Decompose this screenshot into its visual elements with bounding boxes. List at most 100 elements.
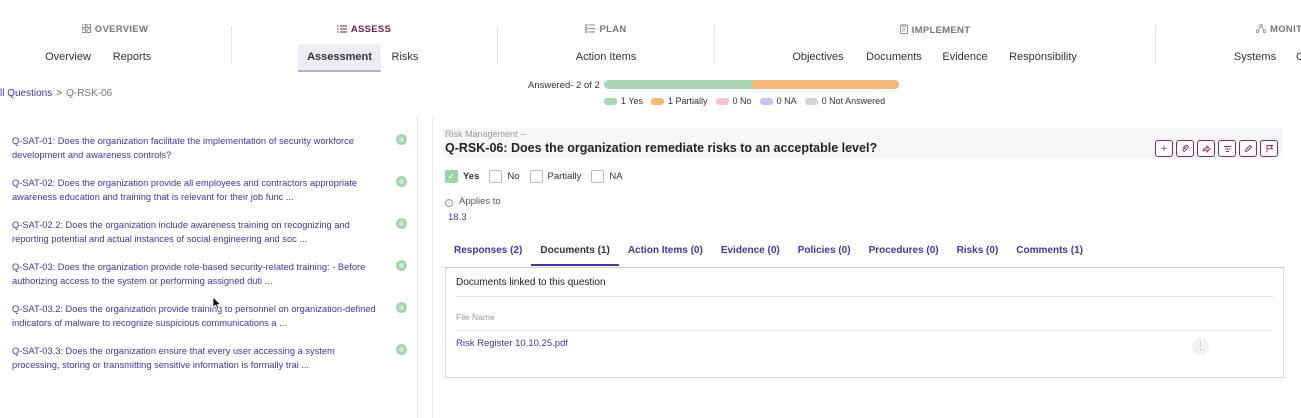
tab-procedures[interactable]: Procedures (0)	[860, 236, 948, 266]
checkbox-partially[interactable]	[529, 170, 543, 183]
question-link[interactable]: Q-SAT-01: Does the organization facilita…	[12, 135, 384, 162]
legend-partially: 1 Partially	[651, 96, 708, 106]
applies-to-value[interactable]: 18.3	[448, 212, 467, 223]
tab-documents[interactable]: Documents	[860, 44, 928, 72]
mouse-cursor-icon	[212, 296, 222, 310]
option-yes[interactable]: ✓ Yes	[445, 170, 479, 183]
filter-icon[interactable]	[1218, 140, 1236, 157]
top-navigation: OVERVIEW Overview Reports ASSESS Assessm…	[0, 0, 1301, 72]
option-partially[interactable]: Partially	[529, 170, 581, 183]
answer-options: ✓ Yes No Partially NA	[445, 170, 633, 183]
question-link[interactable]: Q-SAT-02.2: Does the organization includ…	[12, 219, 384, 246]
legend-swatch	[715, 97, 729, 105]
question-item[interactable]: Q-SAT-03: Does the organization provide …	[12, 260, 412, 288]
option-label: NA	[609, 171, 623, 182]
progress-yes-segment	[604, 80, 752, 89]
question-link[interactable]: Q-SAT-02: Does the organization provide …	[12, 177, 384, 204]
breadcrumb-current: Q-RSK-06	[66, 88, 113, 99]
question-list: Q-SAT-01: Does the organization facilita…	[0, 116, 418, 418]
legend-label: 0 No	[732, 96, 752, 106]
breadcrumb-separator: >	[56, 88, 63, 99]
plus-icon[interactable]: +	[1155, 140, 1173, 157]
documents-heading: Documents linked to this question	[456, 277, 606, 288]
question-detail-panel: Risk Management -- Q-RSK-06: Does the or…	[432, 116, 1301, 418]
tab-evidence[interactable]: Evidence	[937, 44, 993, 72]
legend-swatch	[604, 97, 617, 105]
tab-overview[interactable]: Overview	[40, 44, 96, 72]
answered-check-icon	[396, 344, 407, 355]
answered-count: Answered- 2 of 2	[528, 80, 600, 91]
question-item[interactable]: Q-SAT-02: Does the organization provide …	[12, 176, 412, 204]
grid-icon	[81, 24, 91, 33]
option-na[interactable]: NA	[591, 170, 623, 183]
tab-assessment[interactable]: Assessment	[298, 44, 381, 72]
legend-no: 0 No	[715, 96, 752, 106]
question-item[interactable]: Q-SAT-03.3: Does the organization ensure…	[12, 344, 412, 372]
legend-label: 1 Partially	[668, 96, 708, 106]
tab-responses[interactable]: Responses (2)	[445, 236, 531, 266]
question-item[interactable]: Q-SAT-02.2: Does the organization includ…	[12, 218, 412, 246]
column-header-file-name: File Name	[456, 312, 495, 322]
nav-group-overview-header[interactable]: OVERVIEW	[0, 24, 230, 35]
checkbox-na[interactable]	[591, 170, 605, 183]
applies-to-text: Applies to	[459, 196, 501, 207]
answered-check-icon	[396, 260, 407, 271]
nav-group-label: IMPLEMENT	[911, 25, 971, 36]
legend-label: 0 NA	[776, 96, 797, 106]
applies-to-label: i Applies to	[445, 196, 501, 207]
answered-check-icon	[396, 218, 407, 229]
divider	[456, 330, 1273, 331]
more-options-icon[interactable]: ⋮	[1192, 338, 1209, 355]
answer-progress-bar	[604, 80, 899, 89]
legend-yes: 1 Yes	[604, 96, 643, 106]
tab-reports[interactable]: Reports	[106, 44, 158, 72]
tab-systems[interactable]: Systems	[1232, 44, 1278, 72]
breadcrumb: ll Questions > Q-RSK-06	[0, 88, 112, 99]
nav-group-plan-header[interactable]: PLAN	[498, 24, 714, 35]
question-link[interactable]: Q-SAT-03.2: Does the organization provid…	[12, 303, 384, 330]
tab-action-items-linked[interactable]: Action Items (0)	[619, 236, 712, 266]
share-icon[interactable]	[1197, 140, 1215, 157]
list-icon	[336, 25, 347, 33]
tab-responsibility[interactable]: Responsibility	[1003, 44, 1083, 72]
question-item[interactable]: Q-SAT-01: Does the organization facilita…	[12, 134, 412, 162]
tab-objectives[interactable]: Objectives	[786, 44, 850, 72]
documents-table: Documents linked to this question File N…	[445, 267, 1284, 378]
option-label: No	[507, 171, 520, 182]
tab-documents-linked[interactable]: Documents (1)	[531, 236, 619, 266]
nav-group-label: MONIT	[1270, 24, 1301, 35]
nav-group-assess-header[interactable]: ASSESS	[232, 24, 496, 35]
progress-legend: 1 Yes 1 Partially 0 No 0 NA 0 Not Answer…	[604, 96, 885, 106]
nav-group-implement: IMPLEMENT	[715, 0, 1155, 72]
tab-risks-linked[interactable]: Risks (0)	[948, 236, 1008, 266]
tab-evidence-linked[interactable]: Evidence (0)	[712, 236, 789, 266]
checkbox-no[interactable]	[489, 170, 503, 183]
nav-group-label: PLAN	[599, 24, 627, 35]
progress-partially-segment	[751, 80, 899, 89]
option-no[interactable]: No	[489, 170, 520, 183]
tab-policies[interactable]: Policies (0)	[789, 236, 860, 266]
checkbox-yes[interactable]: ✓	[445, 170, 458, 183]
nav-group-label: ASSESS	[350, 24, 392, 35]
tab-action-items[interactable]: Action Items	[568, 44, 644, 72]
question-link[interactable]: Q-SAT-03.3: Does the organization ensure…	[12, 345, 384, 372]
nav-group-monitor: MONIT Systems C	[1156, 0, 1301, 72]
legend-na: 0 NA	[759, 96, 797, 106]
edit-icon[interactable]	[1239, 140, 1257, 157]
flag-icon[interactable]	[1260, 140, 1278, 157]
nav-group-monitor-header[interactable]: MONIT	[1256, 24, 1301, 35]
tab-risks[interactable]: Risks	[386, 44, 424, 72]
nav-group-implement-header[interactable]: IMPLEMENT	[715, 24, 1155, 36]
question-title: Q-RSK-06: Does the organization remediat…	[445, 141, 878, 155]
clipboard-icon	[899, 24, 908, 34]
document-link[interactable]: Risk Register 10.10.25.pdf	[456, 338, 568, 349]
legend-swatch	[759, 97, 773, 105]
legend-not-answered: 0 Not Answered	[804, 96, 885, 106]
answered-check-icon	[396, 176, 407, 187]
tab-comments[interactable]: Comments (1)	[1007, 236, 1092, 266]
question-link[interactable]: Q-SAT-03: Does the organization provide …	[12, 261, 384, 288]
tab-overflow[interactable]: C	[1296, 44, 1301, 72]
paperclip-icon[interactable]	[1176, 140, 1194, 157]
breadcrumb-all-questions[interactable]: ll Questions	[0, 88, 52, 99]
network-icon	[1256, 24, 1266, 33]
